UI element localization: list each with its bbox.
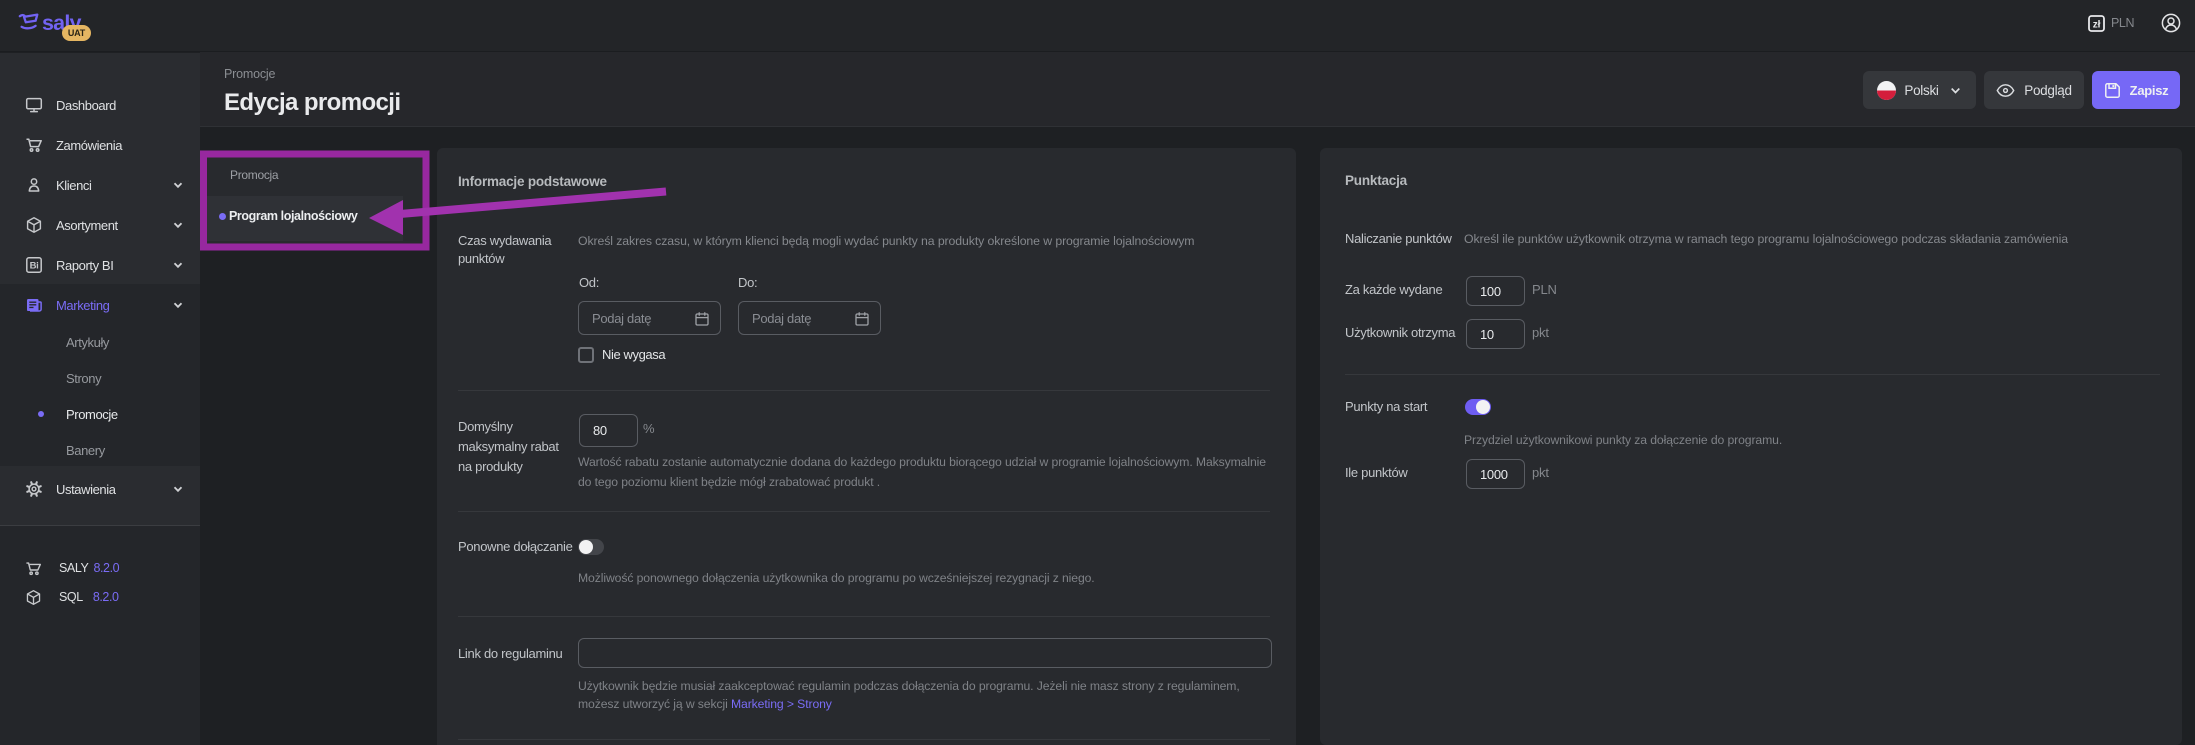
svg-text:Bi: Bi: [30, 261, 39, 272]
svg-text:zł: zł: [2093, 20, 2101, 31]
